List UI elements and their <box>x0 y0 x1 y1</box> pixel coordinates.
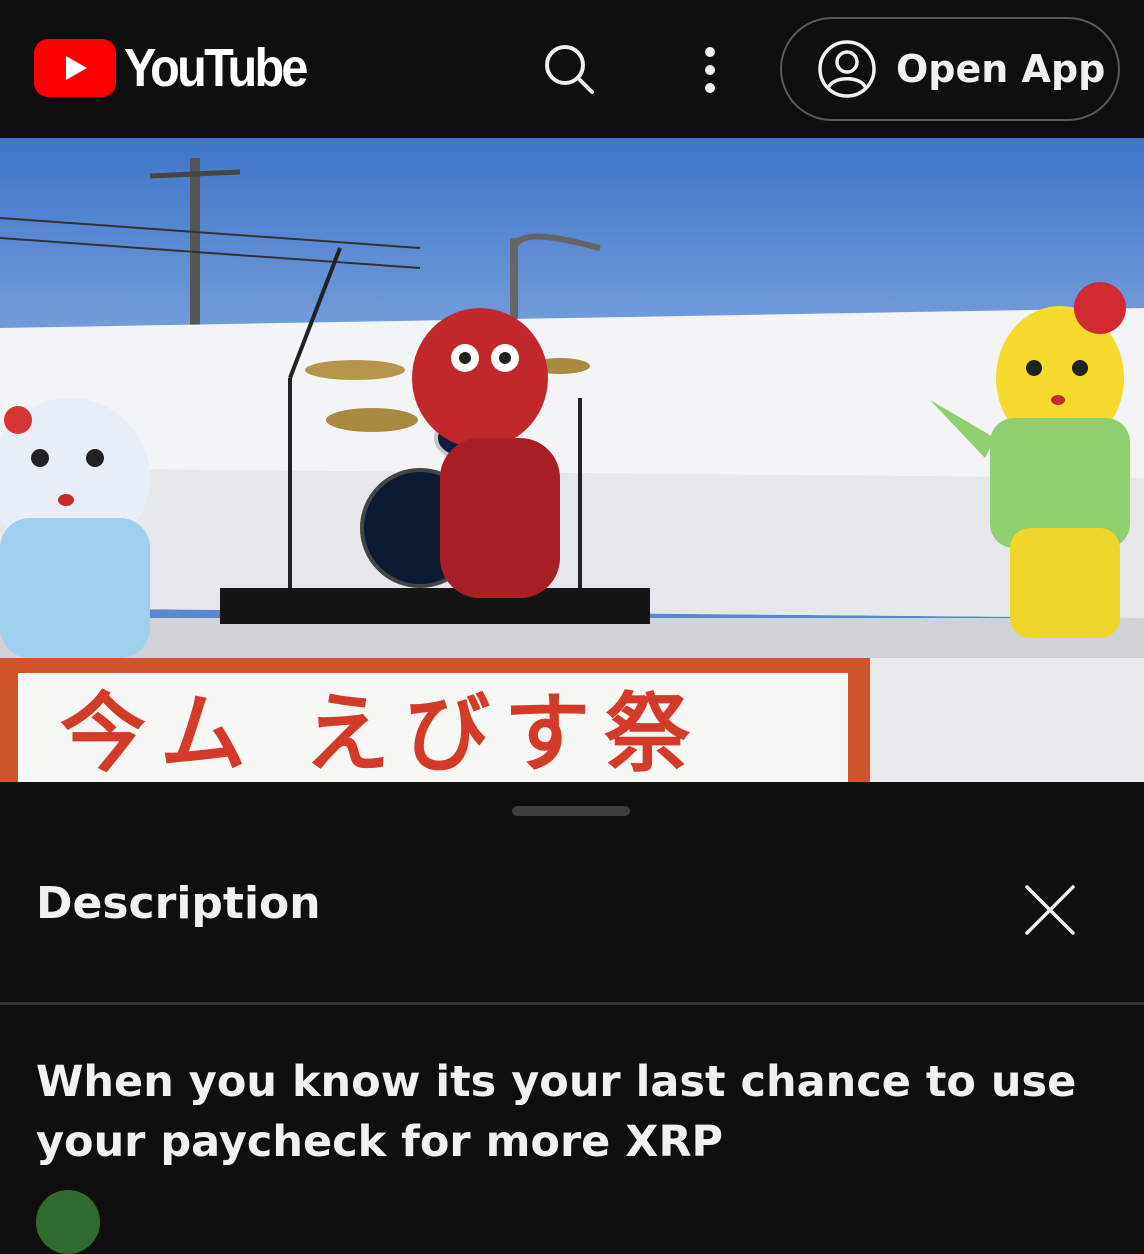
video-player[interactable]: 今ム えびす祭 <box>0 138 1144 782</box>
drag-handle[interactable] <box>512 806 630 816</box>
description-panel: Description When you know its your last … <box>0 782 1144 1254</box>
close-button[interactable] <box>1012 878 1088 942</box>
banner-text: 今ム えびす祭 <box>60 684 704 782</box>
search-button[interactable] <box>532 38 606 102</box>
search-icon <box>545 45 594 94</box>
video-title: When you know its your last chance to us… <box>36 1057 1077 1167</box>
open-app-button[interactable]: Open App <box>780 17 1120 121</box>
more-vert-icon <box>705 47 715 93</box>
divider <box>0 1002 1144 1005</box>
youtube-logo[interactable]: YouTube <box>34 38 326 98</box>
brand-wordmark: YouTube <box>124 38 308 98</box>
close-icon <box>1025 885 1075 935</box>
open-app-label: Open App <box>896 47 1106 91</box>
account-circle-icon <box>818 40 876 98</box>
panel-title: Description <box>36 878 321 929</box>
more-options-button[interactable] <box>688 38 732 102</box>
top-app-bar: YouTube Open App <box>0 0 1144 138</box>
youtube-play-icon <box>34 39 116 97</box>
video-frame: 今ム えびす祭 <box>0 138 1144 782</box>
